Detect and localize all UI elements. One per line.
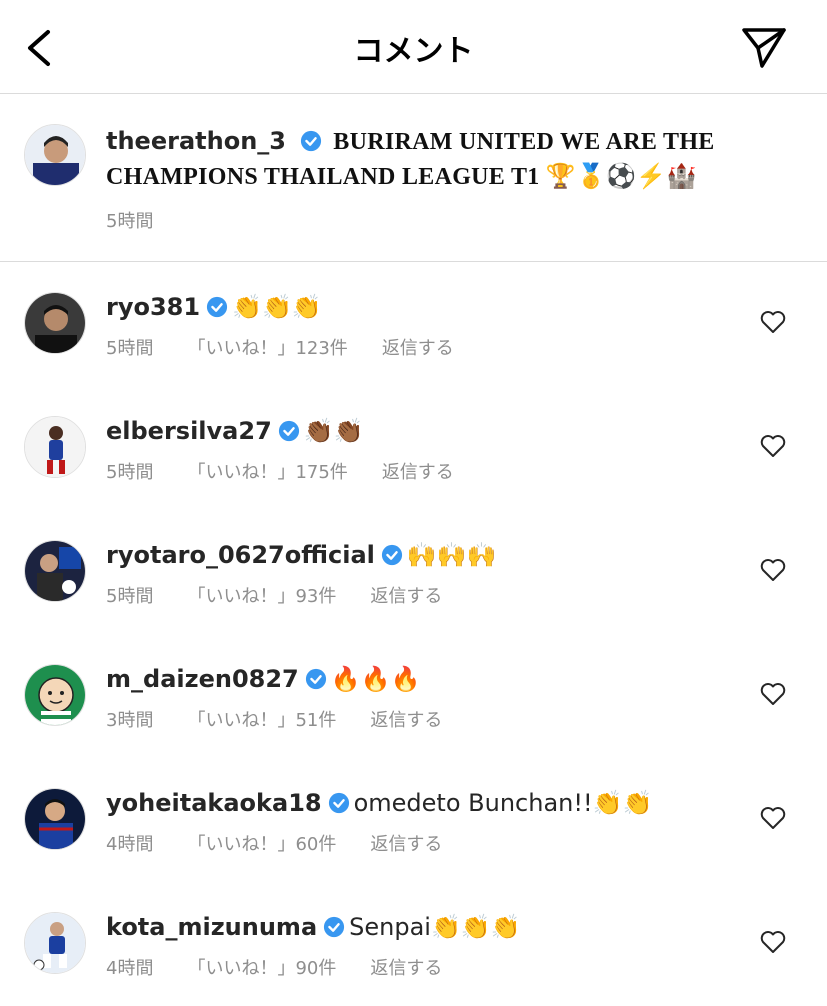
comment-text: 👏🏾👏🏾 (303, 417, 364, 445)
comment-item: elbersilva27 👏🏾👏🏾 5時間 「いいね！」175件 返信する (0, 386, 827, 510)
page-title: コメント (353, 34, 474, 69)
comment-username[interactable]: m_daizen0827 (106, 665, 299, 693)
verified-badge-icon (328, 792, 349, 814)
comment-item: m_daizen0827 🔥🔥🔥 3時間 「いいね！」51件 返信する (0, 634, 827, 758)
comment-time: 5時間 (106, 586, 154, 607)
likes-count[interactable]: 「いいね！」175件 (187, 462, 347, 483)
reply-button[interactable]: 返信する (382, 338, 454, 359)
comment-meta: 5時間 「いいね！」93件 返信する (106, 582, 476, 608)
comment-meta: 4時間 「いいね！」90件 返信する (106, 954, 476, 980)
original-post: theerathon_3 BURIRAM UNITED WE ARE THE C… (0, 94, 827, 262)
comment-line: elbersilva27 👏🏾👏🏾 (106, 414, 364, 448)
comment-line: kota_mizunuma Senpai👏👏👏 (106, 910, 521, 944)
comment-line: ryo381 👏👏👏 (106, 290, 322, 324)
verified-badge-icon (324, 916, 345, 938)
avatar[interactable] (24, 664, 86, 726)
comment-text: 🔥🔥🔥 (330, 665, 421, 693)
reply-button[interactable]: 返信する (382, 462, 454, 483)
comment-line: yoheitakaoka18 omedeto Bunchan!!👏👏 (106, 786, 652, 820)
verified-badge-icon (381, 544, 402, 566)
comment-username[interactable]: elbersilva27 (106, 417, 272, 445)
send-icon[interactable] (740, 26, 788, 70)
comment-time: 4時間 (106, 834, 154, 855)
avatar[interactable] (24, 124, 86, 186)
heart-icon[interactable] (760, 310, 786, 334)
comment-text: 👏👏👏 (232, 293, 322, 321)
comment-text: Senpai👏👏👏 (349, 913, 521, 941)
comment-username[interactable]: kota_mizunuma (106, 913, 317, 941)
comment-time: 3時間 (106, 710, 154, 731)
comment-meta: 4時間 「いいね！」60件 返信する (106, 830, 476, 856)
avatar[interactable] (24, 788, 86, 850)
post-username[interactable]: theerathon_3 (106, 127, 286, 155)
likes-count[interactable]: 「いいね！」51件 (187, 710, 336, 731)
reply-button[interactable]: 返信する (370, 834, 442, 855)
comment-time: 5時間 (106, 338, 154, 359)
comment-item: ryo381 👏👏👏 5時間 「いいね！」123件 返信する (0, 262, 827, 386)
heart-icon[interactable] (760, 434, 786, 458)
comment-text: 🙌🙌🙌 (406, 541, 497, 569)
comment-item: yoheitakaoka18 omedeto Bunchan!!👏👏 4時間 「いい… (0, 758, 827, 882)
comment-username[interactable]: yoheitakaoka18 (106, 789, 322, 817)
verified-badge-icon (300, 130, 321, 152)
comment-time: 4時間 (106, 958, 154, 979)
post-time: 5時間 (106, 211, 154, 232)
comment-time: 5時間 (106, 462, 154, 483)
heart-icon[interactable] (760, 806, 786, 830)
post-caption-block: theerathon_3 BURIRAM UNITED WE ARE THE C… (106, 124, 726, 194)
heart-icon[interactable] (760, 930, 786, 954)
likes-count[interactable]: 「いいね！」93件 (187, 586, 336, 607)
verified-badge-icon (206, 296, 228, 318)
comment-username[interactable]: ryo381 (106, 293, 200, 321)
avatar[interactable] (24, 540, 86, 602)
reply-button[interactable]: 返信する (370, 586, 442, 607)
comment-item: kota_mizunuma Senpai👏👏👏 4時間 「いいね！」90件 返信する (0, 882, 827, 1006)
comment-meta: 3時間 「いいね！」51件 返信する (106, 706, 476, 732)
comment-item: ryotaro_0627official 🙌🙌🙌 5時間 「いいね！」93件 返信する (0, 510, 827, 634)
heart-icon[interactable] (760, 558, 786, 582)
verified-badge-icon (278, 420, 299, 442)
avatar[interactable] (24, 416, 86, 478)
verified-badge-icon (305, 668, 326, 690)
comment-meta: 5時間 「いいね！」123件 返信する (106, 334, 488, 360)
comment-username[interactable]: ryotaro_0627official (106, 541, 375, 569)
likes-count[interactable]: 「いいね！」123件 (187, 338, 347, 359)
reply-button[interactable]: 返信する (370, 710, 442, 731)
reply-button[interactable]: 返信する (370, 958, 442, 979)
likes-count[interactable]: 「いいね！」90件 (187, 958, 336, 979)
header-bar: コメント (0, 0, 827, 94)
heart-icon[interactable] (760, 682, 786, 706)
likes-count[interactable]: 「いいね！」60件 (187, 834, 336, 855)
comment-text: omedeto Bunchan!!👏👏 (353, 789, 653, 817)
avatar[interactable] (24, 912, 86, 974)
avatar[interactable] (24, 292, 86, 354)
comment-line: m_daizen0827 🔥🔥🔥 (106, 662, 420, 696)
comment-meta: 5時間 「いいね！」175件 返信する (106, 458, 488, 484)
comment-line: ryotaro_0627official 🙌🙌🙌 (106, 538, 497, 572)
